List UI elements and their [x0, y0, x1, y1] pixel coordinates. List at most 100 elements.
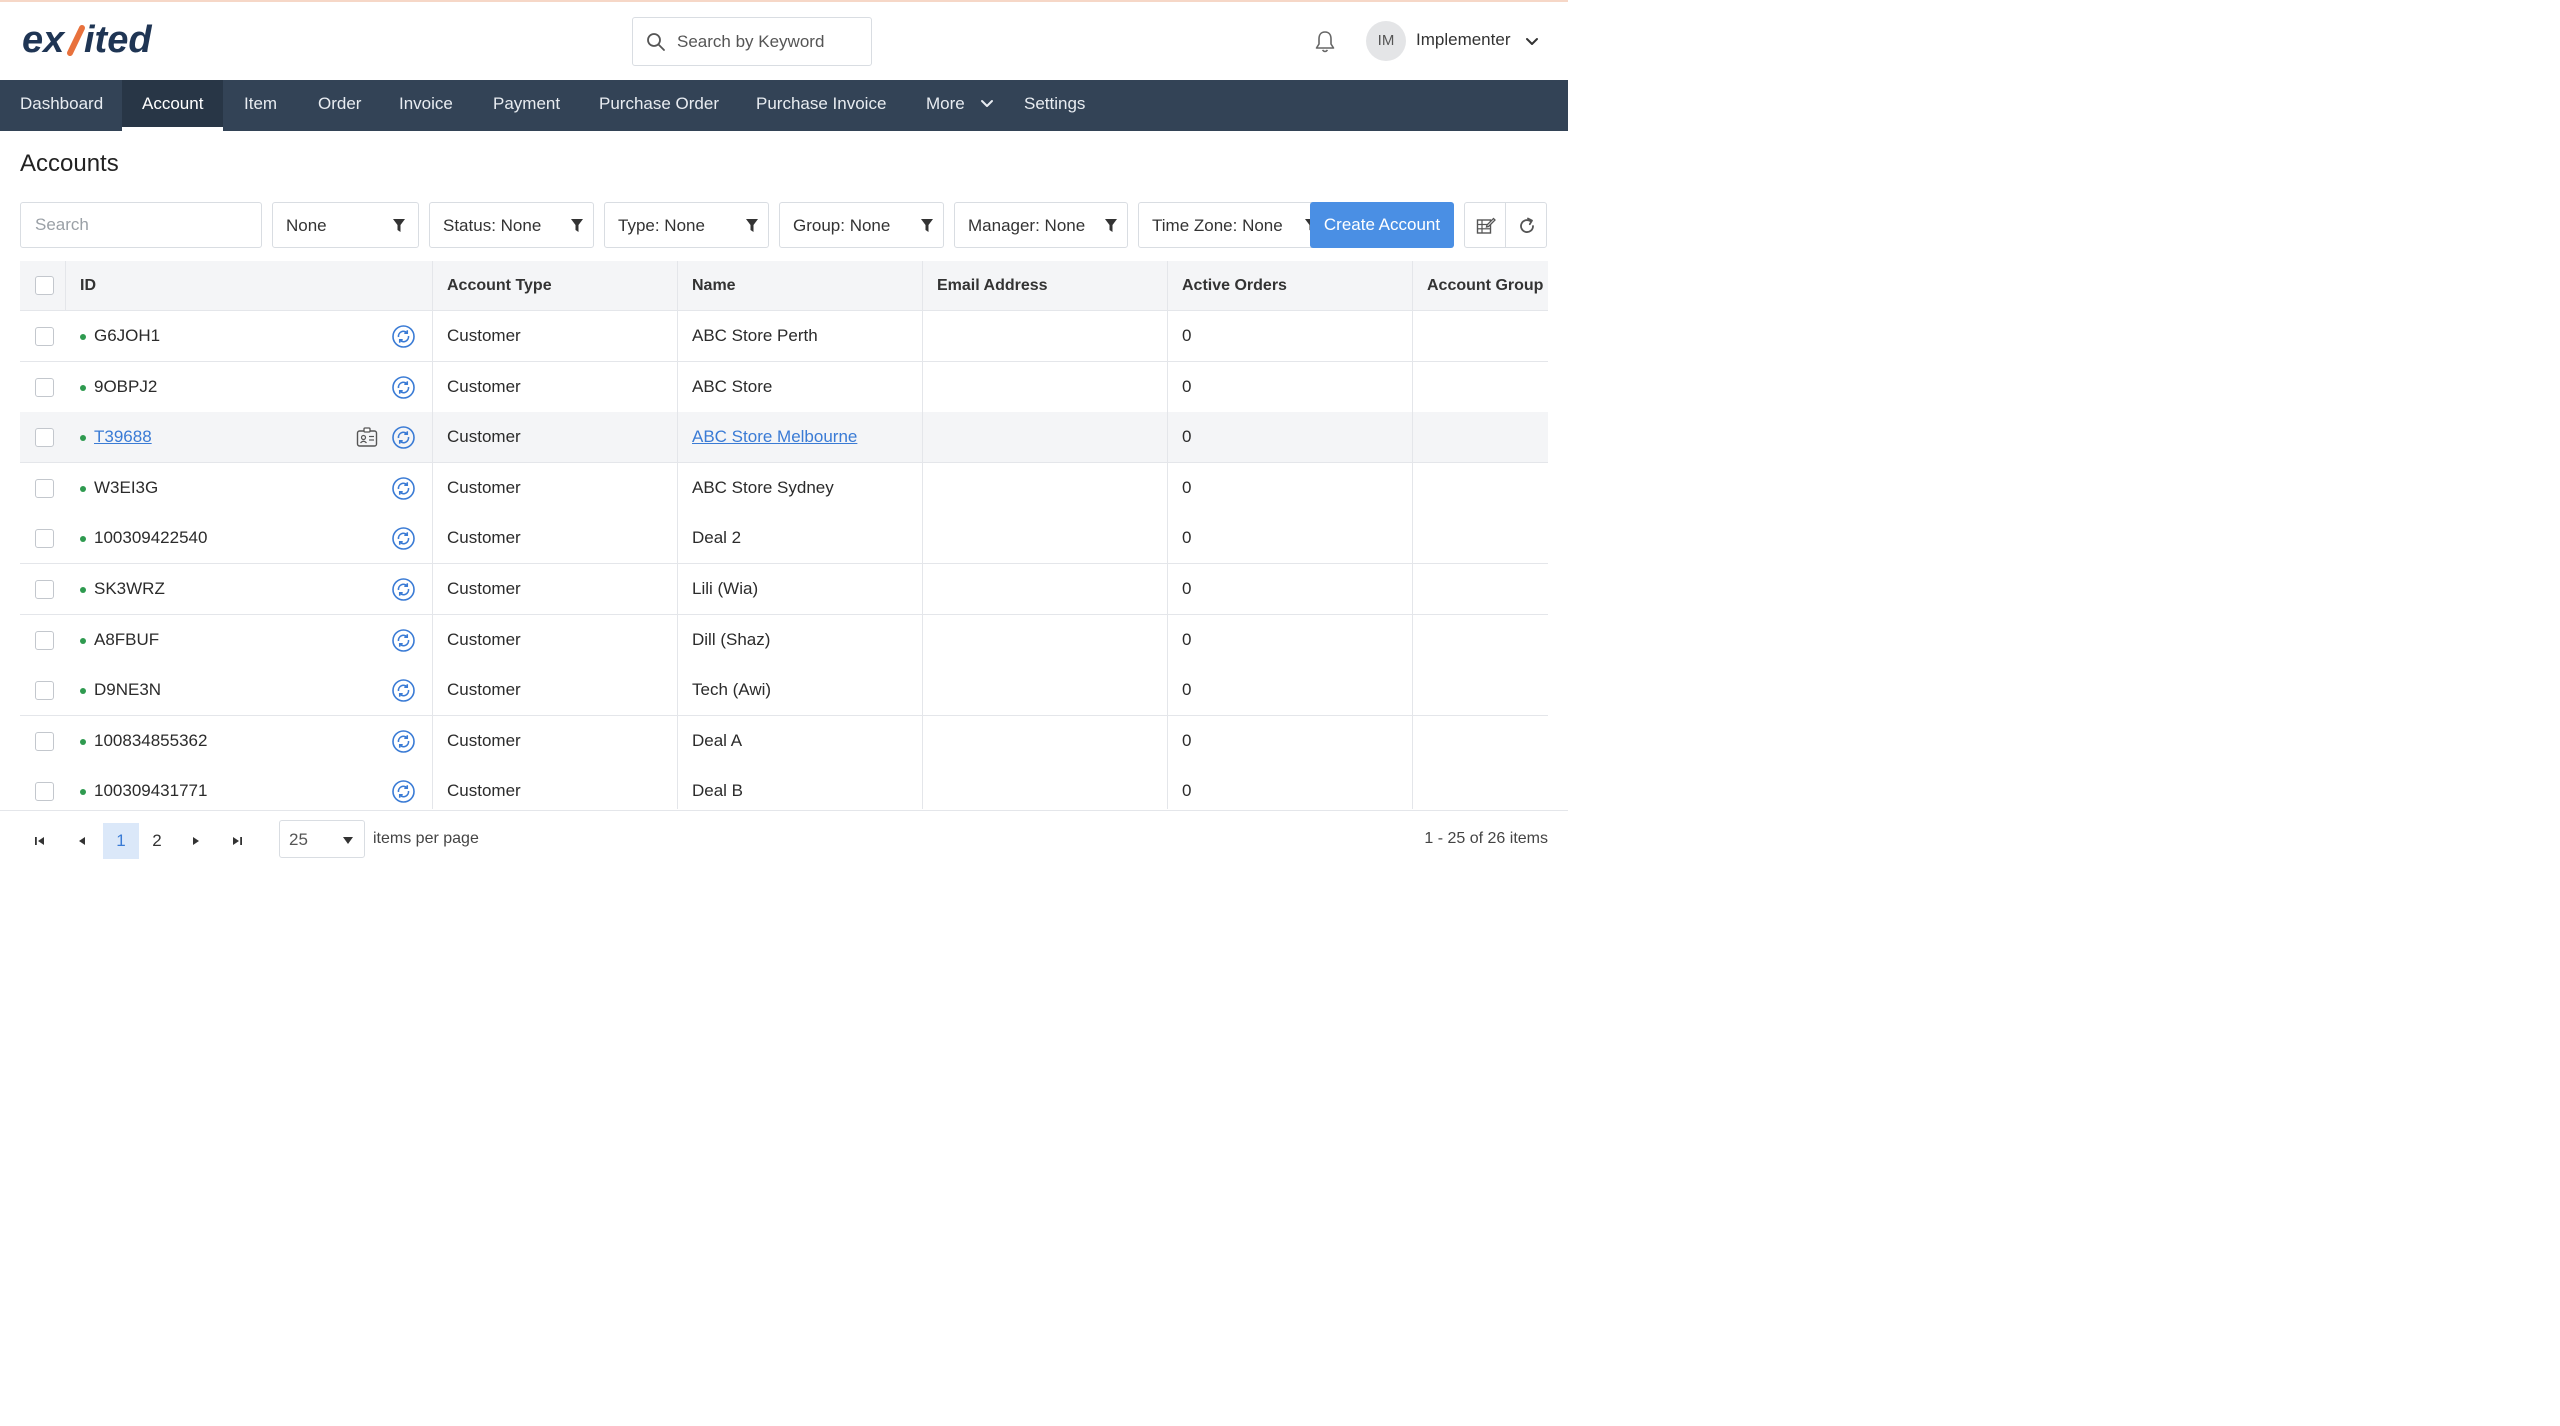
sync-icon[interactable] — [391, 577, 416, 602]
table-row[interactable]: G6JOH1 Customer ABC Store Perth 0 — [20, 311, 1548, 362]
account-name[interactable]: ABC Store Melbourne — [692, 427, 857, 447]
row-checkbox[interactable] — [35, 580, 54, 599]
row-checkbox[interactable] — [35, 377, 54, 397]
sync-icon[interactable] — [391, 729, 416, 754]
create-account-button[interactable]: Create Account — [1310, 202, 1454, 248]
accounts-search-input[interactable] — [35, 212, 245, 238]
column-header-name[interactable]: Name — [692, 277, 736, 295]
nav-invoice[interactable]: Invoice — [380, 80, 472, 131]
account-name[interactable]: Deal A — [692, 731, 742, 751]
column-header-email[interactable]: Email Address — [937, 277, 1048, 295]
table-row[interactable]: A8FBUF Customer Dill (Shaz) 0 — [20, 614, 1548, 666]
type-filter-dropdown[interactable]: Type: None — [604, 202, 769, 248]
global-search[interactable] — [632, 17, 872, 66]
row-checkbox[interactable] — [35, 478, 54, 498]
last-page-button[interactable] — [219, 823, 255, 859]
row-checkbox[interactable] — [35, 782, 54, 802]
row-checkbox[interactable] — [35, 428, 54, 448]
account-id[interactable]: A8FBUF — [94, 630, 159, 650]
account-id[interactable]: 100309422540 — [94, 528, 207, 548]
account-type: Customer — [447, 781, 521, 801]
account-id[interactable]: 9OBPJ2 — [94, 377, 157, 397]
status-active-dot — [80, 536, 86, 543]
account-type: Customer — [447, 326, 521, 345]
status-filter-dropdown[interactable]: Status: None — [429, 202, 594, 248]
sync-icon[interactable] — [391, 526, 416, 551]
column-header-active-orders[interactable]: Active Orders — [1182, 277, 1287, 295]
sync-icon[interactable] — [391, 628, 416, 653]
account-id[interactable]: W3EI3G — [94, 478, 158, 498]
svg-text:ited: ited — [84, 19, 152, 61]
row-checkbox[interactable] — [35, 529, 54, 549]
accounts-search[interactable] — [20, 202, 262, 248]
row-checkbox[interactable] — [35, 327, 54, 346]
table-row[interactable]: W3EI3G Customer ABC Store Sydney 0 — [20, 462, 1548, 514]
account-name[interactable]: Dill (Shaz) — [692, 630, 770, 650]
account-id[interactable]: 100309431771 — [94, 781, 207, 801]
nav-item[interactable]: Item — [225, 80, 296, 131]
exsited-logo[interactable]: ex ited — [22, 16, 182, 62]
account-id[interactable]: 100834855362 — [94, 731, 207, 751]
row-checkbox[interactable] — [35, 630, 54, 650]
sync-icon[interactable] — [391, 324, 416, 349]
chevron-down-icon[interactable] — [1523, 33, 1541, 51]
prev-page-button[interactable] — [64, 823, 100, 859]
first-page-button[interactable] — [22, 823, 58, 859]
nav-dashboard[interactable]: Dashboard — [0, 80, 123, 131]
column-header-account-type[interactable]: Account Type — [447, 277, 552, 295]
sync-icon[interactable] — [391, 476, 416, 501]
chevron-down-icon[interactable] — [979, 96, 995, 112]
user-avatar[interactable]: IM — [1366, 21, 1406, 61]
active-orders: 0 — [1182, 579, 1192, 598]
nav-settings[interactable]: Settings — [1005, 80, 1104, 131]
column-header-account-group[interactable]: Account Group — [1427, 277, 1543, 295]
account-name[interactable]: ABC Store Perth — [692, 326, 818, 346]
account-name[interactable]: Deal 2 — [692, 528, 741, 548]
page-size-select[interactable]: 25 — [279, 820, 365, 858]
view-filter-dropdown[interactable]: None — [272, 202, 419, 248]
account-id[interactable]: G6JOH1 — [94, 326, 160, 346]
sync-icon[interactable] — [391, 779, 416, 804]
page-2[interactable]: 2 — [139, 823, 175, 859]
table-row[interactable]: D9NE3N Customer Tech (Awi) 0 — [20, 665, 1548, 717]
table-row[interactable]: 100309422540 Customer Deal 2 0 — [20, 513, 1548, 565]
group-filter-dropdown[interactable]: Group: None — [779, 202, 944, 248]
account-name[interactable]: Lili (Wia) — [692, 579, 758, 599]
account-id[interactable]: D9NE3N — [94, 680, 161, 700]
sync-icon[interactable] — [391, 375, 416, 400]
account-id[interactable]: SK3WRZ — [94, 579, 165, 599]
refresh-button[interactable] — [1505, 202, 1547, 248]
timezone-filter-dropdown[interactable]: Time Zone: None — [1138, 202, 1322, 248]
nav-account[interactable]: Account — [122, 80, 224, 131]
nav-purchase-invoice[interactable]: Purchase Invoice — [737, 80, 905, 131]
column-header-id[interactable]: ID — [80, 277, 96, 295]
sync-icon[interactable] — [391, 678, 416, 703]
nav-order[interactable]: Order — [299, 80, 380, 131]
manager-filter-dropdown[interactable]: Manager: None — [954, 202, 1128, 248]
bell-icon[interactable] — [1312, 29, 1338, 55]
account-name[interactable]: ABC Store Sydney — [692, 478, 834, 498]
contact-card-icon[interactable] — [356, 426, 378, 448]
next-page-button[interactable] — [178, 823, 214, 859]
items-range-label: 1 - 25 of 26 items — [1424, 830, 1548, 847]
nav-purchase-order[interactable]: Purchase Order — [580, 80, 738, 131]
nav-payment[interactable]: Payment — [474, 80, 579, 131]
select-all-checkbox[interactable] — [35, 276, 54, 295]
global-search-input[interactable] — [677, 28, 862, 56]
column-settings-button[interactable] — [1464, 202, 1506, 248]
table-row[interactable]: 9OBPJ2 Customer ABC Store 0 — [20, 361, 1548, 413]
page-1[interactable]: 1 — [103, 823, 139, 859]
user-name[interactable]: Implementer — [1416, 30, 1510, 50]
account-name[interactable]: Deal B — [692, 781, 743, 801]
row-checkbox[interactable] — [35, 731, 54, 751]
timezone-filter-label: Time Zone: None — [1152, 216, 1283, 235]
prev-page-icon — [79, 837, 85, 845]
account-name[interactable]: ABC Store — [692, 377, 772, 397]
account-id[interactable]: T39688 — [94, 427, 152, 447]
table-row[interactable]: SK3WRZ Customer Lili (Wia) 0 — [20, 564, 1548, 615]
sync-icon[interactable] — [391, 425, 416, 450]
table-row[interactable]: T39688 Customer ABC Store Melbourne 0 — [20, 412, 1548, 464]
table-row[interactable]: 100834855362 Customer Deal A 0 — [20, 715, 1548, 767]
row-checkbox[interactable] — [35, 681, 54, 701]
account-name[interactable]: Tech (Awi) — [692, 680, 771, 700]
